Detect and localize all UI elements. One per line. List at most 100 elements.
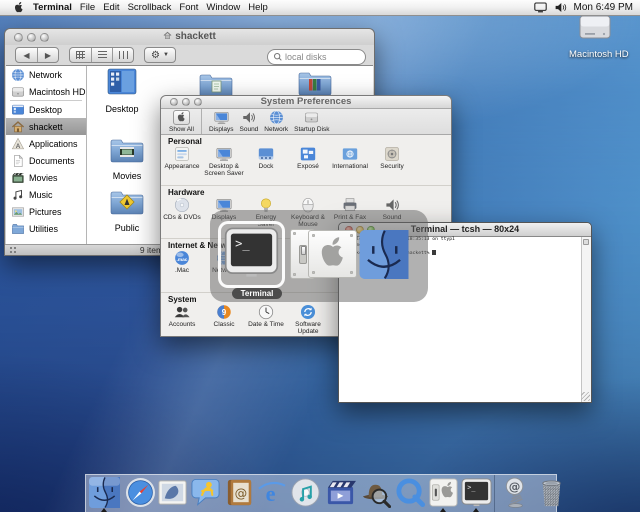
- file-icon-movies[interactable]: Movies: [95, 135, 159, 181]
- pref-appearance[interactable]: Appearance: [161, 146, 203, 177]
- sidebar-item-music[interactable]: Music: [6, 186, 86, 203]
- dock-item-ichat[interactable]: [190, 477, 221, 508]
- sysprefs-titlebar[interactable]: System Preferences: [161, 96, 451, 109]
- file-icon-label: Movies: [112, 171, 142, 181]
- display-icon[interactable]: [533, 2, 547, 13]
- list-view-button[interactable]: [91, 48, 112, 62]
- zoom-button[interactable]: [40, 33, 49, 42]
- desktop-icon: [11, 103, 25, 117]
- finder-sidebar: Network Macintosh HD Desktop shackett A Appli…: [6, 66, 87, 244]
- resize-grip[interactable]: [581, 392, 590, 401]
- icon-view-button[interactable]: [70, 48, 91, 62]
- pref-item-label: Desktop & Screen Saver: [204, 163, 244, 178]
- prefs-toolbar-startup-disk[interactable]: Startup Disk: [291, 109, 332, 134]
- prefs-toolbar-network[interactable]: Network: [261, 109, 291, 134]
- menu-bar-items: Terminal File Edit Scrollback Font Window Help: [24, 2, 268, 13]
- finder-titlebar[interactable]: shackett: [5, 29, 374, 45]
- dock-item-system-prefs[interactable]: [428, 477, 459, 508]
- desktop-icon-macintosh-hd[interactable]: Macintosh HD: [569, 14, 629, 60]
- pref-accounts[interactable]: Accounts: [161, 304, 203, 335]
- gear-icon: ⚙: [151, 49, 160, 61]
- pref-item-label: .Mac: [174, 267, 190, 274]
- pref-dot-mac[interactable]: .mac .Mac: [161, 250, 203, 274]
- pref-international[interactable]: International: [329, 146, 371, 177]
- sidebar-item-macintosh-hd[interactable]: Macintosh HD: [6, 83, 86, 100]
- finder-app-icon[interactable]: [359, 230, 409, 279]
- dock-item-terminal[interactable]: >_: [461, 477, 492, 508]
- sidebar-resize-handle[interactable]: [9, 246, 17, 253]
- dock-item-address-book[interactable]: @: [224, 477, 255, 508]
- apple-menu-icon[interactable]: [14, 1, 24, 14]
- search-input[interactable]: local disks: [267, 49, 366, 65]
- pref-desktop-screensaver[interactable]: Desktop & Screen Saver: [203, 146, 245, 177]
- minimize-button[interactable]: [27, 33, 36, 42]
- column-view-button[interactable]: [112, 48, 133, 62]
- menu-bar-clock[interactable]: Mon 6:49 PM: [574, 2, 635, 13]
- search-icon: [273, 52, 283, 62]
- dock-item-mail[interactable]: [157, 477, 188, 508]
- menu-file[interactable]: File: [80, 2, 95, 13]
- dock-item-finder[interactable]: [89, 477, 120, 508]
- menu-scrollback[interactable]: Scrollback: [128, 2, 172, 13]
- sidebar-item-documents[interactable]: Documents: [6, 152, 86, 169]
- dock-item-itunes[interactable]: [290, 477, 321, 508]
- dock-item-trash[interactable]: [536, 477, 567, 508]
- menu-terminal[interactable]: Terminal: [33, 2, 72, 13]
- menu-window[interactable]: Window: [206, 2, 240, 13]
- sidebar-item-network[interactable]: Network: [6, 66, 86, 83]
- volume-icon[interactable]: [554, 2, 567, 13]
- sidebar-item-movies[interactable]: Movies: [6, 169, 86, 186]
- menu-help[interactable]: Help: [248, 2, 268, 13]
- pref-security[interactable]: Security: [371, 146, 413, 177]
- dock-item-quicktime[interactable]: [395, 477, 426, 508]
- finder-window-title: shackett: [5, 29, 374, 44]
- back-button[interactable]: ◀: [16, 48, 37, 62]
- menu-font[interactable]: Font: [179, 2, 198, 13]
- show-all-button[interactable]: Show All: [166, 109, 202, 134]
- prefs-toolbar-label: Sound: [239, 126, 259, 133]
- dock-item-sherlock[interactable]: [360, 477, 392, 509]
- action-menu-button[interactable]: ⚙ ▼: [144, 47, 176, 63]
- menu-edit[interactable]: Edit: [103, 2, 119, 13]
- sidebar-item-utilities[interactable]: Utilities: [6, 220, 86, 237]
- sidebar-item-applications[interactable]: A Applications: [6, 135, 86, 152]
- pref-item-label: Appearance: [164, 163, 200, 170]
- dock-item-imovie[interactable]: [325, 477, 356, 508]
- pref-date-time[interactable]: Date & Time: [245, 304, 287, 335]
- forward-button[interactable]: ▶: [37, 48, 58, 62]
- minimize-button[interactable]: [182, 98, 190, 106]
- running-indicator: [473, 508, 479, 512]
- pref-cds-dvds[interactable]: CDs & DVDs: [161, 197, 203, 228]
- terminal-app-icon[interactable]: >_: [223, 225, 280, 280]
- dock-item-at-spring[interactable]: @: [501, 477, 532, 508]
- prefs-toolbar-sound[interactable]: Sound: [237, 109, 262, 134]
- sidebar-item-shackett[interactable]: shackett: [6, 118, 86, 135]
- file-icon-desktop[interactable]: Desktop: [90, 68, 154, 114]
- dock-item-internet-explorer[interactable]: e: [256, 477, 287, 508]
- dock-item-safari[interactable]: [125, 477, 156, 508]
- close-button[interactable]: [170, 98, 178, 106]
- sound-icon: [241, 110, 256, 125]
- zoom-button[interactable]: [194, 98, 202, 106]
- file-icon-public[interactable]: Public: [95, 187, 159, 233]
- pref-item-label: Exposé: [297, 163, 319, 170]
- sidebar-item-pictures[interactable]: Pictures: [6, 203, 86, 220]
- sidebar-item-desktop[interactable]: Desktop: [6, 101, 86, 118]
- pref-software-update[interactable]: Software Update: [287, 304, 329, 335]
- back-forward-control[interactable]: ◀ ▶: [15, 47, 59, 63]
- prefs-section-label: Personal: [168, 137, 202, 146]
- prefs-toolbar-displays[interactable]: Displays: [206, 109, 237, 134]
- pref-item-label: Security: [380, 163, 404, 170]
- close-button[interactable]: [14, 33, 23, 42]
- pref-item-label: Classic: [213, 321, 235, 328]
- pref-expose[interactable]: Exposé: [287, 146, 329, 177]
- home-icon: [11, 120, 25, 134]
- show-all-icon: [172, 110, 190, 125]
- pref-dock[interactable]: Dock: [245, 146, 287, 177]
- system-preferences-app-icon[interactable]: [290, 227, 360, 283]
- prefs-toolbar-label: Displays: [208, 126, 234, 133]
- sidebar-item-label: Music: [29, 189, 53, 200]
- pref-classic[interactable]: 9 Classic: [203, 304, 245, 335]
- view-control[interactable]: [69, 47, 134, 63]
- terminal-scrollbar[interactable]: [581, 237, 591, 402]
